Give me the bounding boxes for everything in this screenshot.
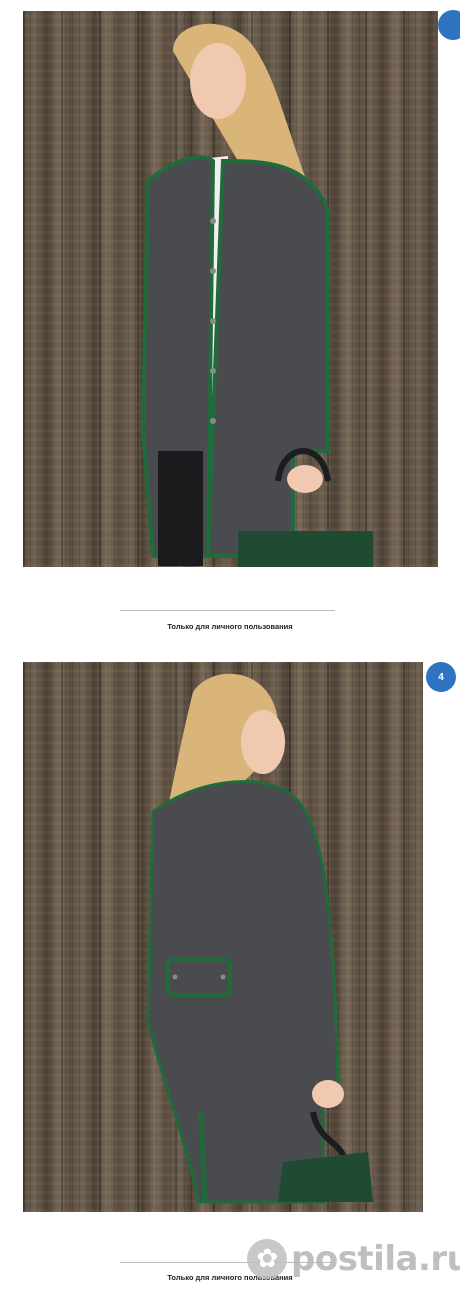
divider-top <box>120 610 335 611</box>
model-back-figure <box>146 673 373 1204</box>
photo-back-view <box>23 662 423 1212</box>
page-badge-number: 4 <box>426 662 456 692</box>
page-badge-top <box>438 10 460 40</box>
postila-logo-icon: ✿ <box>247 1239 287 1279</box>
watermark-text: postila.ru <box>291 1239 460 1279</box>
photo-front-view <box>23 11 438 567</box>
page-caption-top: Только для личного пользования <box>167 622 293 631</box>
watermark: ✿ postila.ru <box>247 1234 460 1284</box>
model-front-figure <box>140 23 373 567</box>
